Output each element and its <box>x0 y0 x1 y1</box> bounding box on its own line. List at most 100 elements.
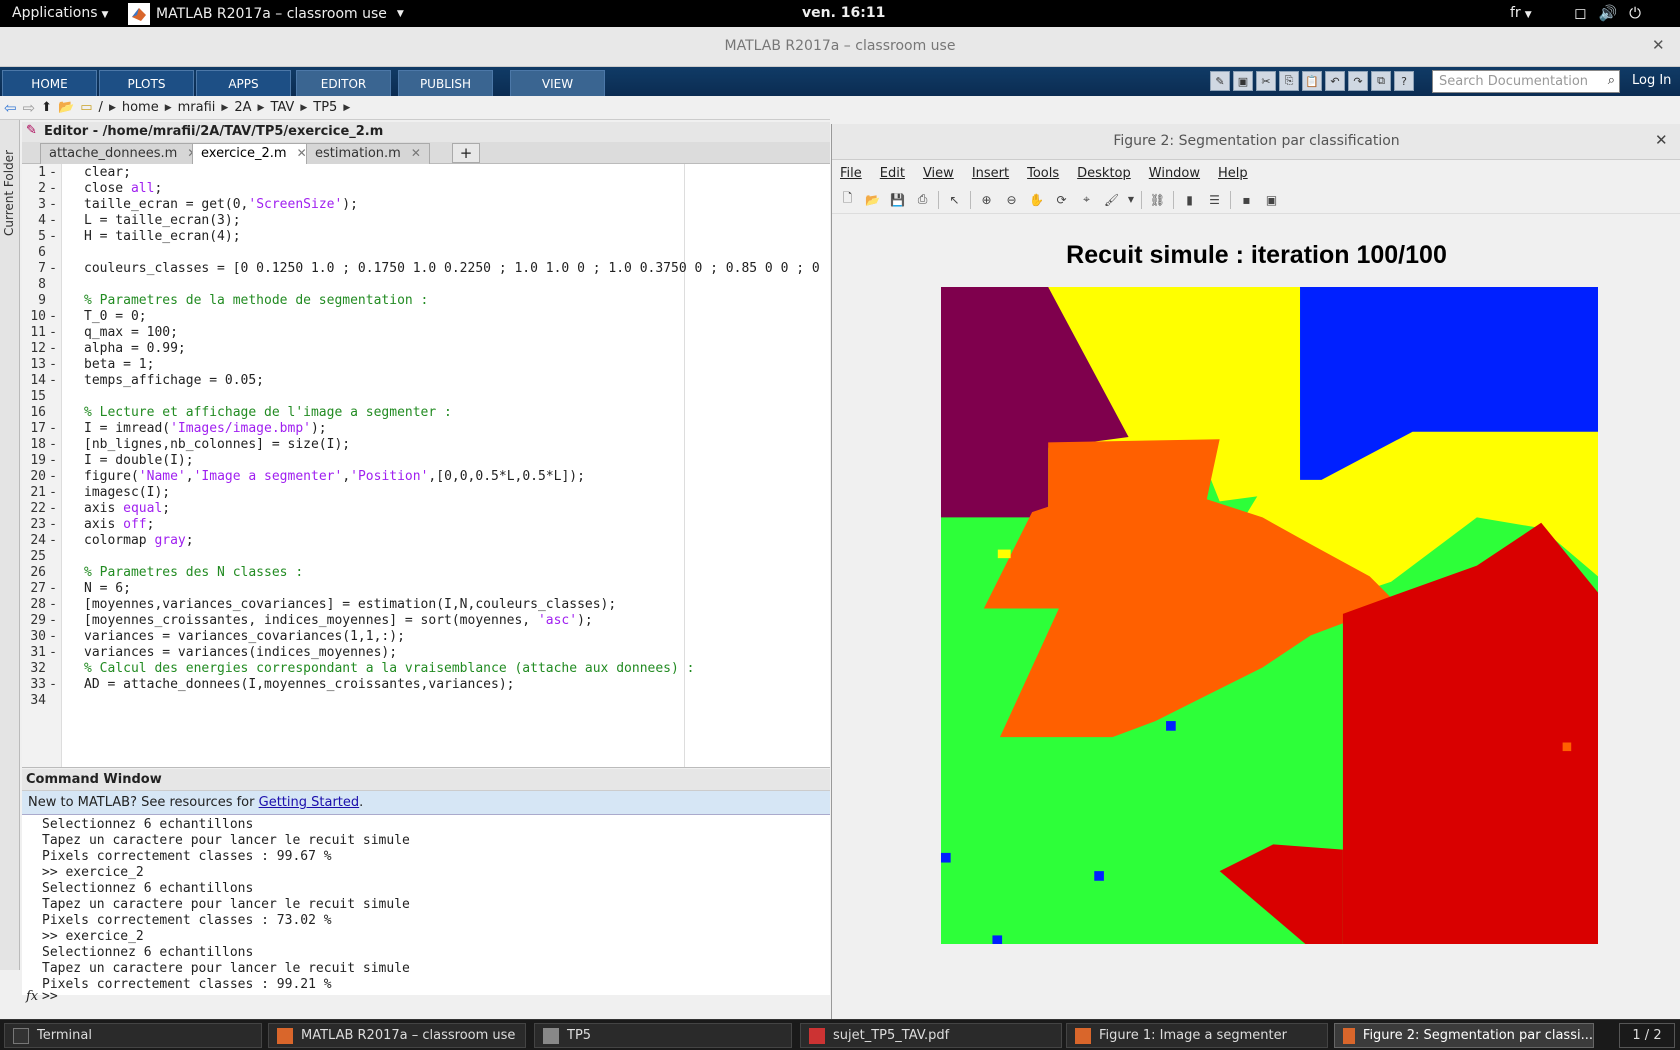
new-tab-button[interactable]: + <box>452 143 480 163</box>
applications-menu[interactable]: Applications ▼ <box>12 5 108 21</box>
breakpoint-marker[interactable]: - <box>46 581 60 596</box>
breakpoint-marker[interactable]: - <box>46 421 60 436</box>
login-button[interactable]: Log In <box>1632 73 1671 88</box>
breakpoint-marker[interactable]: - <box>46 501 60 516</box>
code-line[interactable]: 31- variances = variances(indices_moyenne… <box>22 645 830 662</box>
code-line[interactable]: 27- N = 6; <box>22 581 830 598</box>
breakpoint-marker[interactable]: - <box>46 181 60 196</box>
task-figure-1[interactable]: Figure 1: Image a segmenter <box>1066 1023 1328 1048</box>
new-figure-icon[interactable]: 🗋 <box>838 190 857 209</box>
code-line[interactable]: 4- L = taille_ecran(3); <box>22 213 830 230</box>
code-line[interactable]: 15 <box>22 389 830 406</box>
breakpoint-marker[interactable]: - <box>46 469 60 484</box>
clock[interactable]: ven. 16:11 <box>802 5 885 21</box>
show-plot-tools-icon[interactable]: ▣ <box>1262 190 1281 209</box>
close-icon[interactable]: ✕ <box>1652 36 1665 54</box>
system-tray[interactable]: ◻ 🔊 ⏻ <box>1574 4 1641 22</box>
active-window-menu[interactable]: MATLAB R2017a – classroom use ▼ <box>128 0 404 27</box>
code-line[interactable]: 29- [moyennes_croissantes, indices_moyenn… <box>22 613 830 630</box>
code-line[interactable]: 20- figure('Name','Image a segmenter','Po… <box>22 469 830 486</box>
zoom-in-icon[interactable]: ⊕ <box>977 190 996 209</box>
tab-apps[interactable]: APPS <box>196 70 291 96</box>
breakpoint-marker[interactable]: - <box>46 357 60 372</box>
switch-windows-icon[interactable]: ⧉ <box>1371 71 1391 91</box>
code-line[interactable]: 33- AD = attache_donnees(I,moyennes_crois… <box>22 677 830 694</box>
code-line[interactable]: 23- axis off; <box>22 517 830 534</box>
save-icon[interactable]: ▣ <box>1233 71 1253 91</box>
fx-icon[interactable]: fx <box>26 989 38 1004</box>
command-prompt[interactable]: >> <box>42 989 58 1006</box>
tab-publish[interactable]: PUBLISH <box>398 70 493 96</box>
zoom-out-icon[interactable]: ⊖ <box>1002 190 1021 209</box>
search-documentation-input[interactable]: Search Documentation ⌕ <box>1432 70 1620 93</box>
colorbar-icon[interactable]: ▮ <box>1180 190 1199 209</box>
code-line[interactable]: 3- taille_ecran = get(0,'ScreenSize'); <box>22 197 830 214</box>
hide-plot-tools-icon[interactable]: ▪ <box>1237 190 1256 209</box>
menu-desktop[interactable]: Desktop <box>1077 166 1131 181</box>
help-icon[interactable]: ? <box>1394 71 1414 91</box>
tab-home[interactable]: HOME <box>2 70 97 96</box>
getting-started-link[interactable]: Getting Started <box>259 795 360 810</box>
menu-insert[interactable]: Insert <box>972 166 1009 181</box>
breakpoint-marker[interactable]: - <box>46 533 60 548</box>
breakpoint-marker[interactable]: - <box>46 517 60 532</box>
file-tab-estimation[interactable]: estimation.m ✕ <box>306 143 430 164</box>
back-icon[interactable]: ⇦ <box>4 99 17 117</box>
segmentation-image[interactable] <box>941 287 1598 944</box>
code-line[interactable]: 19- I = double(I); <box>22 453 830 470</box>
breakpoint-marker[interactable]: - <box>46 341 60 356</box>
data-cursor-icon[interactable]: ⌖ <box>1077 190 1096 209</box>
menu-view[interactable]: View <box>923 166 954 181</box>
print-icon[interactable]: ⎙ <box>913 190 932 209</box>
tab-plots[interactable]: PLOTS <box>99 70 194 96</box>
path-2a[interactable]: 2A <box>234 100 251 115</box>
task-pdf[interactable]: sujet_TP5_TAV.pdf <box>800 1023 1062 1048</box>
breakpoint-marker[interactable]: - <box>46 325 60 340</box>
code-line[interactable]: 8 <box>22 277 830 294</box>
path-root[interactable]: / <box>99 100 103 115</box>
path-tav[interactable]: TAV <box>270 100 294 115</box>
code-line[interactable]: 11- q_max = 100; <box>22 325 830 342</box>
code-line[interactable]: 25 <box>22 549 830 566</box>
code-line[interactable]: 34 <box>22 693 830 710</box>
close-icon[interactable]: ✕ <box>411 146 421 160</box>
breakpoint-marker[interactable]: - <box>46 597 60 612</box>
workspace-pager[interactable]: 1 / 2 <box>1619 1023 1675 1048</box>
power-icon[interactable]: ⏻ <box>1629 4 1641 22</box>
breakpoint-marker[interactable]: - <box>46 485 60 500</box>
breakpoint-marker[interactable]: - <box>46 613 60 628</box>
breakpoint-marker[interactable]: - <box>46 453 60 468</box>
redo-icon[interactable]: ↷ <box>1348 71 1368 91</box>
task-tp5[interactable]: TP5 <box>534 1023 792 1048</box>
code-line[interactable]: 18- [nb_lignes,nb_colonnes] = size(I); <box>22 437 830 454</box>
menu-edit[interactable]: Edit <box>880 166 905 181</box>
current-folder-panel[interactable]: Current Folder <box>0 120 20 970</box>
paste-icon[interactable]: 📋 <box>1302 71 1322 91</box>
path-mrafii[interactable]: mrafii <box>178 100 216 115</box>
browse-folder-icon[interactable]: 📂 <box>58 100 74 115</box>
code-line[interactable]: 22- axis equal; <box>22 501 830 518</box>
open-file-icon[interactable]: 📂 <box>863 190 882 209</box>
breakpoint-marker[interactable]: - <box>46 213 60 228</box>
code-line[interactable]: 2- close all; <box>22 181 830 198</box>
code-line[interactable]: 17- I = imread('Images/image.bmp'); <box>22 421 830 438</box>
code-line[interactable]: 9 % Parametres de la methode de segmentat… <box>22 293 830 310</box>
breakpoint-marker[interactable]: - <box>46 373 60 388</box>
breakpoint-marker[interactable]: - <box>46 677 60 692</box>
code-line[interactable]: 10- T_0 = 0; <box>22 309 830 326</box>
code-line[interactable]: 12- alpha = 0.99; <box>22 341 830 358</box>
close-icon[interactable]: ✕ <box>1655 131 1668 149</box>
breakpoint-marker[interactable]: - <box>46 165 60 180</box>
task-matlab[interactable]: MATLAB R2017a – classroom use <box>268 1023 526 1048</box>
new-script-icon[interactable]: ✎ <box>1210 71 1230 91</box>
breakpoint-marker[interactable]: - <box>46 645 60 660</box>
path-home[interactable]: home <box>122 100 159 115</box>
breakpoint-marker[interactable]: - <box>46 629 60 644</box>
breakpoint-marker[interactable]: - <box>46 437 60 452</box>
menu-file[interactable]: File <box>840 166 862 181</box>
cut-icon[interactable]: ✂ <box>1256 71 1276 91</box>
path-tp5[interactable]: TP5 <box>313 100 337 115</box>
current-folder-label[interactable]: Current Folder <box>2 150 16 236</box>
pointer-icon[interactable]: ↖ <box>945 190 964 209</box>
menu-window[interactable]: Window <box>1149 166 1200 181</box>
